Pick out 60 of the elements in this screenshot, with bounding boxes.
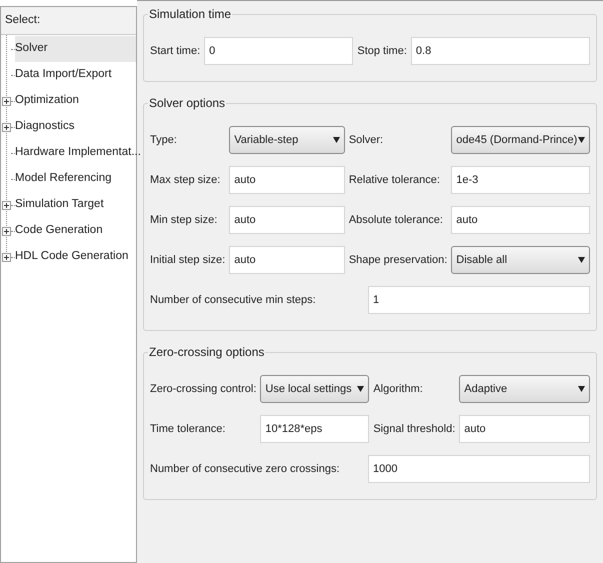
dropdown-arrow-icon: [357, 386, 364, 392]
field-label: Relative tolerance:: [348, 172, 441, 188]
tree-item[interactable]: Code Generation: [15, 218, 136, 244]
dropdown-arrow-icon: [578, 137, 585, 143]
field-label: Shape preservation:: [348, 252, 448, 268]
input-field[interactable]: 1000: [368, 455, 590, 483]
field-label: Solver:: [348, 132, 384, 148]
field-label: Algorithm:: [373, 382, 424, 397]
input-field[interactable]: 1: [368, 286, 590, 314]
input-field[interactable]: 10*128*eps: [260, 415, 370, 443]
tree-item[interactable]: Simulation Target: [15, 192, 136, 218]
tree-item[interactable]: Diagnostics: [15, 114, 136, 140]
dropdown[interactable]: Adaptive: [459, 375, 590, 403]
input-field[interactable]: auto: [451, 206, 590, 234]
dropdown-value: ode45 (Dormand-Prince): [456, 132, 578, 148]
group-title: Solver options: [148, 95, 226, 112]
dropdown[interactable]: Disable all: [451, 246, 590, 274]
expand-icon[interactable]: [2, 253, 11, 262]
field-label: Type:: [150, 132, 178, 148]
tree-item[interactable]: Data Import/Export: [15, 62, 136, 88]
expand-icon[interactable]: [2, 227, 11, 236]
dropdown-value: Variable-step: [234, 132, 298, 148]
input-field[interactable]: 1e-3: [451, 166, 590, 194]
input-field[interactable]: auto: [229, 206, 345, 234]
field-label: Stop time:: [357, 44, 407, 59]
expand-icon[interactable]: [2, 97, 11, 106]
dropdown-value: Use local settings: [265, 382, 352, 397]
dropdown-arrow-icon: [578, 386, 585, 392]
field-label: Absolute tolerance:: [348, 212, 444, 228]
input-field[interactable]: auto: [229, 246, 345, 274]
tree-item[interactable]: Solver: [15, 36, 136, 62]
field-label: Signal threshold:: [373, 422, 456, 437]
input-field[interactable]: 0: [204, 37, 354, 65]
field-label: Initial step size:: [150, 252, 226, 268]
field-label: Start time:: [150, 44, 200, 59]
sidebar-header: Select:: [1, 7, 136, 35]
input-field[interactable]: 0.8: [410, 37, 590, 65]
field-label: Number of consecutive zero crossings:: [150, 462, 340, 477]
dropdown[interactable]: ode45 (Dormand-Prince): [451, 126, 590, 154]
dropdown-value: Adaptive: [464, 382, 508, 397]
dropdown[interactable]: Variable-step: [229, 126, 345, 154]
tree-item[interactable]: Model Referencing: [15, 166, 136, 192]
dropdown[interactable]: Use local settings: [260, 375, 370, 403]
field-label: Max step size:: [150, 172, 222, 188]
expand-icon[interactable]: [2, 123, 11, 132]
tree-item[interactable]: HDL Code Generation: [15, 244, 136, 270]
field-label: Min step size:: [150, 212, 218, 228]
input-field[interactable]: auto: [229, 166, 345, 194]
dropdown-value: Disable all: [456, 252, 508, 268]
dropdown-arrow-icon: [578, 257, 585, 263]
dropdown-arrow-icon: [332, 137, 340, 143]
field-label: Time tolerance:: [150, 422, 226, 437]
field-label: Zero-crossing control:: [150, 382, 256, 397]
tree-item[interactable]: Hardware Implementat...: [15, 140, 141, 166]
expand-icon[interactable]: [2, 201, 11, 210]
tree-item[interactable]: Optimization: [15, 88, 136, 114]
field-label: Number of consecutive min steps:: [150, 292, 316, 308]
group-title: Simulation time: [148, 6, 232, 23]
group-title: Zero-crossing options: [148, 344, 266, 361]
input-field[interactable]: auto: [459, 415, 590, 443]
